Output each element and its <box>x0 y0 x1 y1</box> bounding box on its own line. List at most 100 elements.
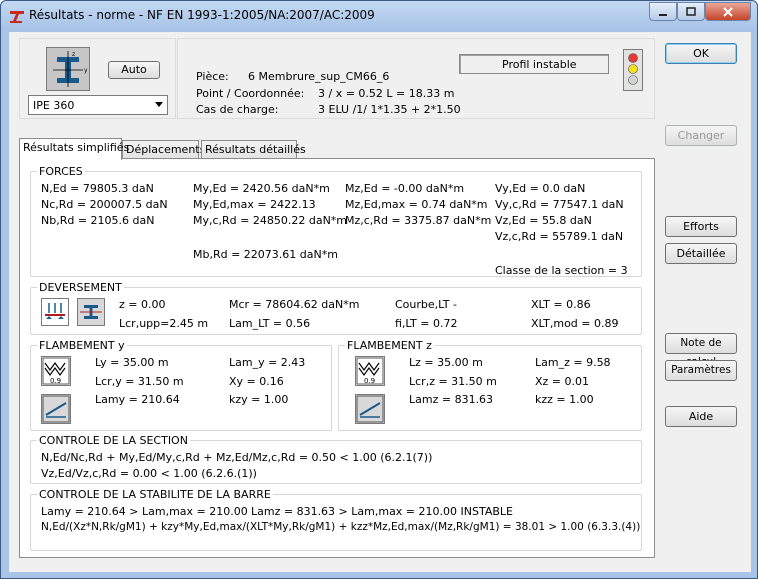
flambement-y-value: kzy = 1.00 <box>229 393 289 406</box>
profile-group: z y Auto IPE 360 <box>19 38 176 119</box>
changer-button[interactable]: Changer <box>665 125 737 146</box>
deversement-value: Mcr = 78604.62 daN*m <box>229 298 360 311</box>
flambement-y-value: Lamy = 210.64 <box>95 393 180 406</box>
piece-value: 6 Membrure_sup_CM66_6 <box>248 70 390 83</box>
efforts-button[interactable]: Efforts <box>665 216 737 237</box>
point-value: 3 / x = 0.52 L = 18.33 m <box>318 87 455 100</box>
flambement-z-value: Lam_z = 9.58 <box>535 356 611 369</box>
load-case-label: Cas de charge: <box>196 103 279 116</box>
controle-section-line: N,Ed/Nc,Rd + My,Ed/My,c,Rd + Mz,Ed/Mz,c,… <box>41 451 433 464</box>
forces-value: Vy,Ed = 0.0 daN <box>495 182 586 195</box>
forces-title: FORCES <box>37 165 85 178</box>
close-button[interactable] <box>705 2 751 21</box>
flambement-y-title: FLAMBEMENT y <box>37 339 127 352</box>
bracing-y-button[interactable] <box>41 394 71 424</box>
i-beam-icon: z y <box>53 51 88 87</box>
flambement-y-value: Lam_y = 2.43 <box>229 356 306 369</box>
forces-value: Vz,c,Rd = 55789.1 daN <box>495 230 624 243</box>
buckling-coefficient-label: 0.9 <box>364 377 375 385</box>
controle-stabilite-line: N,Ed/(Xz*N,Rk/gM1) + kzy*My,Ed,max/(XLT*… <box>41 521 641 533</box>
buckling-length-z-button[interactable]: 0.9 <box>355 356 385 386</box>
deversement-value: Courbe,LT - <box>395 298 457 311</box>
deversement-value: XLT = 0.86 <box>531 298 591 311</box>
tab-resultats-detailles[interactable]: Résultats détaillés <box>201 140 306 159</box>
profile-select-value: IPE 360 <box>33 99 75 112</box>
deversement-title: DEVERSEMENT <box>37 281 124 294</box>
flambement-y-value: Ly = 35.00 m <box>95 356 169 369</box>
forces-value: My,Ed = 2420.56 daN*m <box>193 182 330 195</box>
svg-text:z: z <box>72 51 75 58</box>
tab-panel: FORCES N,Ed = 79805.3 daN Nc,Rd = 200007… <box>19 158 655 558</box>
controle-stabilite-line: Lamy = 210.64 > Lam,max = 210.00 <box>41 505 248 518</box>
status-box: Profil instable <box>459 54 609 74</box>
beam-load-icon <box>45 303 65 319</box>
flambement-y-value: Xy = 0.16 <box>229 375 284 388</box>
buckling-coefficient-icon: 0.9 <box>42 357 70 385</box>
controle-section-section: CONTROLE DE LA SECTION N,Ed/Nc,Rd + My,E… <box>30 434 642 484</box>
controle-section-line: Vz,Ed/Vz,c,Rd = 0.00 < 1.00 (6.2.6.(1)) <box>41 467 257 480</box>
traffic-light-icon <box>623 49 643 91</box>
traffic-light-lamps <box>628 53 638 85</box>
detaillee-button[interactable]: Détaillée <box>665 243 737 264</box>
maximize-button[interactable] <box>677 2 705 21</box>
bracing-z-button[interactable] <box>355 394 385 424</box>
piece-label: Pièce: <box>196 70 229 83</box>
note-de-calcul-button[interactable]: Note de calcul <box>665 333 737 368</box>
deversement-value: fi,LT = 0.72 <box>395 317 458 330</box>
maximize-icon <box>686 7 696 16</box>
window-title: Résultats - norme - NF EN 1993-1:2005/NA… <box>29 8 375 22</box>
minimize-icon <box>659 14 667 16</box>
auto-button[interactable]: Auto <box>108 61 160 79</box>
flambement-z-value: Lz = 35.00 m <box>409 356 483 369</box>
svg-text:y: y <box>84 67 88 74</box>
tab-resultats-simplifies[interactable]: Résultats simplifiés <box>19 138 129 160</box>
forces-value: N,Ed = 79805.3 daN <box>41 182 154 195</box>
close-icon <box>723 7 733 17</box>
forces-value: Mz,Ed = -0.00 daN*m <box>345 182 465 195</box>
chevron-down-icon <box>155 102 163 107</box>
forces-value: Vy,c,Rd = 77547.1 daN <box>495 198 624 211</box>
flambement-z-title: FLAMBEMENT z <box>345 339 434 352</box>
controle-section-title: CONTROLE DE LA SECTION <box>37 434 190 447</box>
controle-stabilite-line: Lamz = 831.63 > Lam,max = 210.00 INSTABL… <box>251 505 513 518</box>
minimize-button[interactable] <box>649 2 677 21</box>
buckling-length-y-button[interactable]: 0.9 <box>41 356 71 386</box>
point-label: Point / Coordonnée: <box>196 87 305 100</box>
lateral-buckling-load-button[interactable] <box>41 298 69 326</box>
forces-value: Vz,Ed = 55.8 daN <box>495 214 592 227</box>
results-window: Résultats - norme - NF EN 1993-1:2005/NA… <box>0 0 758 579</box>
flambement-y-section: FLAMBEMENT y 0.9 Ly = 35.00 m Lcr,y = 31… <box>30 339 332 431</box>
bracing-icon <box>42 395 70 423</box>
status-text: Profil instable <box>502 58 577 71</box>
mb-rd-value: Mb,Rd = 22073.61 daN*m <box>193 248 338 261</box>
flambement-z-section: FLAMBEMENT z 0.9 Lz = 35.00 m Lcr,z = 31… <box>338 339 642 431</box>
forces-value: Mz,Ed,max = 0.74 daN*m <box>345 198 488 211</box>
forces-section: FORCES N,Ed = 79805.3 daN Nc,Rd = 200007… <box>30 165 642 277</box>
ok-button[interactable]: OK <box>665 43 737 64</box>
title-bar[interactable]: Résultats - norme - NF EN 1993-1:2005/NA… <box>1 1 757 31</box>
flambement-z-value: Lcr,z = 31.50 m <box>409 375 497 388</box>
buckling-coefficient-icon: 0.9 <box>356 357 384 385</box>
flambement-z-value: kzz = 1.00 <box>535 393 594 406</box>
section-profile-button[interactable]: z y <box>46 47 90 91</box>
buckling-coefficient-label: 0.9 <box>50 377 61 385</box>
tab-deplacements[interactable]: Déplacements <box>122 140 205 159</box>
aide-button[interactable]: Aide <box>665 406 737 427</box>
bracing-icon <box>356 395 384 423</box>
load-case-value: 3 ELU /1/ 1*1.35 + 2*1.50 <box>318 103 461 116</box>
controle-stabilite-section: CONTROLE DE LA STABILITE DE LA BARRE Lam… <box>30 488 642 551</box>
app-icon <box>10 11 24 23</box>
deversement-section: DEVERSEMENT z = 0.00 Lcr,upp=2.45 m Mcr … <box>30 281 642 335</box>
deversement-value: Lcr,upp=2.45 m <box>119 317 209 330</box>
classe-section-value: Classe de la section = 3 <box>495 264 628 277</box>
forces-value: My,c,Rd = 24850.22 daN*m <box>193 214 348 227</box>
info-group: Pièce: 6 Membrure_sup_CM66_6 Point / Coo… <box>177 38 655 119</box>
controle-stabilite-title: CONTROLE DE LA STABILITE DE LA BARRE <box>37 488 273 501</box>
forces-value: My,Ed,max = 2422.13 <box>193 198 316 211</box>
flambement-y-value: Lcr,y = 31.50 m <box>95 375 184 388</box>
lateral-buckling-section-button[interactable] <box>77 298 105 326</box>
profile-select[interactable]: IPE 360 <box>28 95 168 115</box>
flambement-z-value: Xz = 0.01 <box>535 375 590 388</box>
forces-value: Nc,Rd = 200007.5 daN <box>41 198 168 211</box>
parametres-button[interactable]: Paramètres <box>665 360 737 381</box>
